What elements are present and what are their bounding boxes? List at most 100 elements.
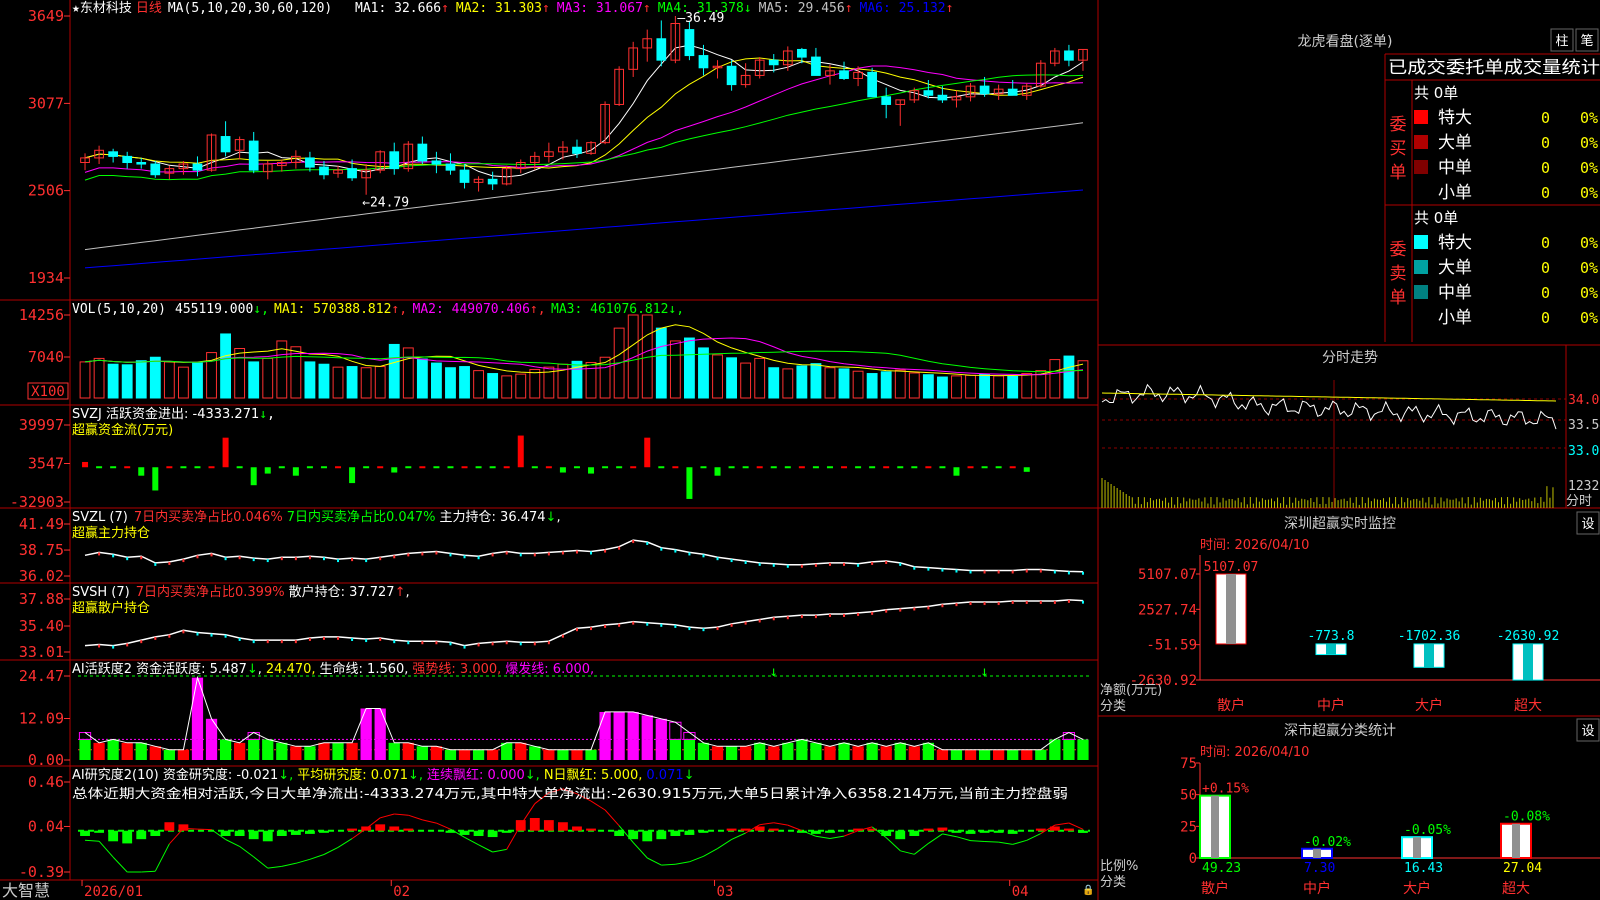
arrow-marker: ↓ [770,664,778,680]
research-line [717,838,732,850]
activity-bar [79,739,91,760]
research-bar [529,818,540,831]
research-line [885,837,901,852]
research-line [675,861,690,865]
axis-tick-label: 41.49 [19,515,64,533]
vertical-label-char: 委 [1390,115,1407,135]
volume-bar [177,366,189,399]
stock-chart-canvas[interactable]: ★东材科技 日线 MA(5,10,20,30,60,120) MA1: 32.666… [0,0,1600,900]
svzl-ticks: 41.49 38.75 36.02 [19,515,70,585]
net-amount-value: -2630.92 [1497,629,1560,644]
research-bar [684,830,695,835]
ai-research-title: AI研究度2(10) 资金研究度: -0.021↓, 平均研究度: 0.071↓,… [72,767,695,783]
research-bar [220,830,231,836]
volume-bar [445,367,456,399]
volume-bar [332,366,344,399]
activity-bar [824,746,836,760]
order-color-swatch [1414,160,1428,174]
intraday-avg-line [1101,392,1557,402]
activity-bar [669,739,681,760]
volume-bar [880,371,892,399]
volume-bar [374,366,386,399]
axis-tick-label: -0.39 [19,863,64,881]
order-color-swatch [1414,260,1428,274]
research-line [281,862,297,867]
research-bar [164,822,175,831]
research-bar [304,830,315,834]
activity-bar [655,739,667,760]
research-bar [487,830,498,838]
research-bar [937,827,948,831]
intraday-panel[interactable]: 分时走势 34.06 33.54 33.03 12322 分时 [1101,345,1600,509]
activity-bar [936,749,949,760]
activity-bar [880,746,892,760]
axis-tick-label: -32903 [10,493,64,511]
research-line [464,836,479,846]
volume-bar [936,376,948,399]
intraday-title: 分时走势 [1322,350,1378,366]
flow-bar [349,467,356,484]
research-line [829,835,845,839]
volume-bar [473,370,485,399]
svsh-ticks: 37.88 35.40 33.01 [19,590,70,661]
ratio-bar-shade [1211,795,1219,858]
panel-frames [0,0,1600,900]
order-count: 0 [1541,234,1550,252]
svzl-panel[interactable] [84,539,1084,575]
svsh-panel[interactable] [84,599,1084,649]
research-line [913,843,929,855]
research-line [998,841,1013,845]
ai-activity-panel[interactable]: ↓ ↓ [78,664,1090,760]
axis-tick-label: 24.47 [19,667,64,685]
candle-body [305,157,315,168]
candle-body [459,169,470,183]
sz-monitor-panel[interactable]: 深圳超赢实时监控 设 时间: 2026/04/10 5107.07 2527.74… [1100,511,1600,714]
order-size-name: 小单 [1438,183,1472,203]
net-amount-bar-shade [1523,643,1533,680]
svzj-panel[interactable] [82,435,1030,499]
sz-stats-panel[interactable]: 深市超赢分类统计 设 时间: 2026/04/10 75 50 25 0 +0.15% 4… [1100,718,1600,897]
research-bar [810,830,821,834]
volume-panel[interactable] [79,314,1089,399]
activity-bar [725,746,738,760]
research-bar [909,830,920,836]
activity-bar [444,749,457,760]
activity-bar [908,746,920,760]
research-bar [543,820,554,831]
bar-mode-label: 柱 [1555,34,1568,49]
candle-body [417,143,428,162]
activity-bar [332,742,344,760]
net-amount-bar-shade [1326,643,1336,655]
ratio-value: 16.43 [1404,861,1443,876]
flow-bar [953,467,960,476]
activity-bar [810,742,822,760]
activity-bar [219,739,232,760]
volume-bar [163,361,175,399]
research-bar [248,830,259,840]
volume-readout-arrow: ↓, [668,302,684,317]
axis-tick-label: 0.46 [28,773,64,791]
candlestick-panel[interactable] [80,16,1088,269]
activity-bar [740,746,752,760]
volume-readout: MA2: 449070.406↑, [413,302,546,317]
flow-bar [559,467,566,473]
candle-body [839,70,849,79]
research-line [436,822,451,830]
net-amount-value: -1702.36 [1398,629,1461,644]
volume-readout: MA3: 461076.812↓, [551,302,684,317]
axis-tick-label: 50 [1180,788,1197,804]
category-label: 大户 [1415,697,1443,714]
volume-bar [487,373,499,399]
order-count: 0 [1541,284,1550,302]
research-bar [1007,830,1018,834]
activity-bar [121,742,133,760]
sz-monitor-chart: 5107.07 2527.74 -51.59 -2630.92 5107.07 散户 -77… [1130,555,1600,714]
candle-body [684,29,695,57]
order-size-name: 中单 [1438,158,1472,178]
activity-bar [472,749,485,760]
activity-bar [234,742,246,760]
flow-bar [391,467,398,473]
research-bar [768,828,779,831]
vertical-label-char: 卖 [1390,264,1407,284]
stock-name: 东材科技 [80,1,132,16]
